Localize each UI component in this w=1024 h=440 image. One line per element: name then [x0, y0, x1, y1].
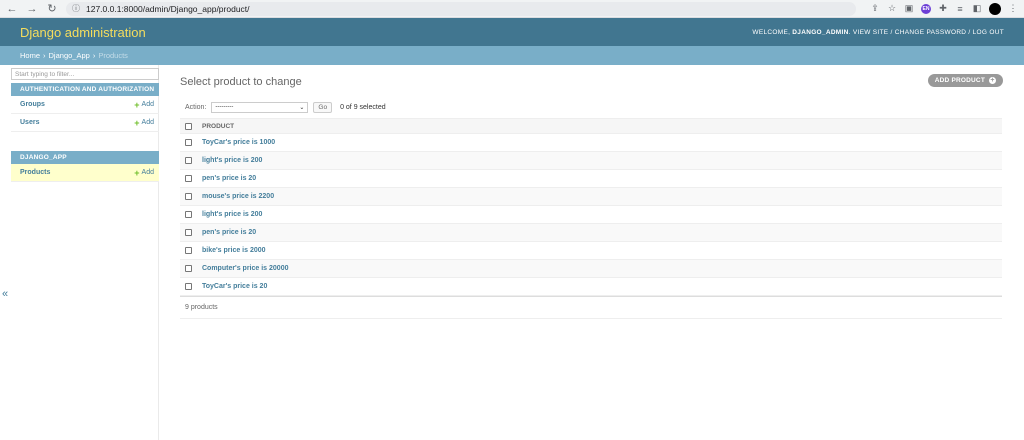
product-link[interactable]: pen's price is 20 — [202, 229, 256, 236]
table-row: Computer's price is 20000 — [180, 260, 1002, 278]
star-icon[interactable]: ☆ — [887, 3, 897, 14]
view-site-link[interactable]: VIEW SITE — [853, 29, 889, 36]
select-all-checkbox[interactable] — [185, 122, 192, 130]
site-header: Django administration WELCOME, DJANGO_AD… — [0, 18, 1024, 46]
paginator: 9 products — [180, 296, 1002, 319]
action-select[interactable]: --------- ⌄ — [211, 101, 309, 113]
add-users-button[interactable]: + Add — [134, 118, 154, 128]
action-selected-value: --------- — [215, 104, 234, 110]
nav-sidebar: Start typing to filter... AUTHENTICATION… — [0, 65, 159, 440]
address-bar[interactable]: ⓘ 127.0.0.1:8000/admin/Django_app/produc… — [66, 1, 856, 16]
plus-icon: + — [134, 167, 140, 178]
reading-list-icon[interactable]: ≡ — [955, 4, 965, 14]
nav-filter-input[interactable]: Start typing to filter... — [11, 68, 159, 80]
product-link[interactable]: bike's price is 2000 — [202, 247, 266, 254]
share-icon[interactable]: ⇪ — [870, 3, 880, 14]
breadcrumb: Home › Django_App › Products — [0, 46, 1024, 65]
breadcrumb-app[interactable]: Django_App — [49, 51, 90, 60]
plus-icon: + — [134, 117, 140, 128]
plus-circle-icon: + — [989, 77, 996, 84]
product-link[interactable]: mouse's price is 2200 — [202, 193, 274, 200]
breadcrumb-home[interactable]: Home — [20, 51, 40, 60]
product-link[interactable]: pen's price is 20 — [202, 175, 256, 182]
groups-link[interactable]: Groups — [20, 101, 45, 108]
row-checkbox[interactable] — [185, 157, 192, 164]
sidebar-item-users: Users + Add — [11, 114, 159, 132]
welcome-prefix: WELCOME, — [752, 28, 793, 36]
breadcrumb-separator: › — [92, 51, 96, 60]
sidebar-item-products: Products + Add — [11, 164, 159, 182]
action-label: Action: — [185, 103, 207, 111]
product-link[interactable]: ToyCar's price is 1000 — [202, 139, 275, 146]
module-django-app: DJANGO_APP Products + Add — [11, 151, 159, 182]
table-row: ToyCar's price is 1000 — [180, 134, 1002, 152]
cast-icon[interactable]: ▣ — [904, 3, 914, 14]
browser-toolbar: ← → ↻ ⓘ 127.0.0.1:8000/admin/Django_app/… — [0, 0, 1024, 18]
product-link[interactable]: Computer's price is 20000 — [202, 265, 288, 272]
add-label: Add — [141, 169, 154, 176]
breadcrumb-current: Products — [98, 51, 128, 60]
module-caption-django-app[interactable]: DJANGO_APP — [11, 151, 159, 164]
product-link[interactable]: ToyCar's price is 20 — [202, 283, 267, 290]
add-groups-button[interactable]: + Add — [134, 100, 154, 110]
url-text: 127.0.0.1:8000/admin/Django_app/product/ — [86, 3, 250, 14]
table-row: pen's price is 20 — [180, 170, 1002, 188]
side-panel-icon[interactable]: ◧ — [972, 3, 982, 14]
log-out-link[interactable]: LOG OUT — [973, 29, 1004, 36]
row-checkbox[interactable] — [185, 265, 192, 272]
table-header: PRODUCT — [180, 118, 1002, 134]
add-product-button[interactable]: ADD PRODUCT + — [927, 74, 1003, 87]
plus-icon: + — [134, 99, 140, 110]
table-row: light's price is 200 — [180, 152, 1002, 170]
table-row: mouse's price is 2200 — [180, 188, 1002, 206]
arrow-right-icon[interactable]: → — [26, 3, 38, 15]
extension-badge-icon[interactable]: EN — [921, 3, 931, 14]
site-branding[interactable]: Django administration — [20, 25, 146, 40]
reload-icon[interactable]: ↻ — [46, 3, 58, 15]
row-checkbox[interactable] — [185, 247, 192, 254]
add-product-label: ADD PRODUCT — [934, 77, 985, 84]
content-main: Select product to change ADD PRODUCT + A… — [159, 65, 1024, 440]
info-icon[interactable]: ⓘ — [72, 3, 80, 14]
row-checkbox[interactable] — [185, 283, 192, 290]
table-row: ToyCar's price is 20 — [180, 278, 1002, 296]
products-link[interactable]: Products — [20, 169, 50, 176]
product-link[interactable]: light's price is 200 — [202, 157, 262, 164]
actions-bar: Action: --------- ⌄ Go 0 of 9 selected — [180, 100, 1003, 114]
module-caption-auth[interactable]: AUTHENTICATION AND AUTHORIZATION — [11, 83, 159, 96]
table-row: light's price is 200 — [180, 206, 1002, 224]
product-link[interactable]: light's price is 200 — [202, 211, 262, 218]
menu-kebab-icon[interactable]: ⋮ — [1008, 3, 1018, 14]
puzzle-icon[interactable]: ✚ — [938, 3, 948, 14]
change-password-link[interactable]: CHANGE PASSWORD — [895, 29, 967, 36]
add-label: Add — [141, 101, 154, 108]
profile-avatar[interactable] — [989, 2, 1001, 15]
row-checkbox[interactable] — [185, 175, 192, 182]
module-auth: AUTHENTICATION AND AUTHORIZATION Groups … — [11, 83, 159, 132]
add-products-button[interactable]: + Add — [134, 168, 154, 178]
user-tools: WELCOME, DJANGO_ADMIN. VIEW SITE / CHANG… — [752, 29, 1004, 36]
row-checkbox[interactable] — [185, 139, 192, 146]
toggle-nav-sidebar-icon[interactable]: « — [2, 288, 8, 300]
go-button[interactable]: Go — [313, 101, 333, 113]
column-header-product[interactable]: PRODUCT — [202, 123, 234, 130]
chevron-down-icon: ⌄ — [299, 104, 305, 111]
sidebar-item-groups: Groups + Add — [11, 96, 159, 114]
add-label: Add — [141, 119, 154, 126]
result-list: PRODUCT ToyCar's price is 1000 light's pr… — [180, 118, 1002, 296]
username: DJANGO_ADMIN — [792, 28, 849, 36]
row-checkbox[interactable] — [185, 229, 192, 236]
breadcrumb-separator: › — [43, 51, 46, 60]
page-title: Select product to change — [180, 76, 302, 88]
arrow-left-icon[interactable]: ← — [6, 3, 18, 15]
selected-count: 0 of 9 selected — [340, 103, 386, 111]
row-checkbox[interactable] — [185, 193, 192, 200]
table-row: bike's price is 2000 — [180, 242, 1002, 260]
row-checkbox[interactable] — [185, 211, 192, 218]
table-row: pen's price is 20 — [180, 224, 1002, 242]
users-link[interactable]: Users — [20, 119, 39, 126]
